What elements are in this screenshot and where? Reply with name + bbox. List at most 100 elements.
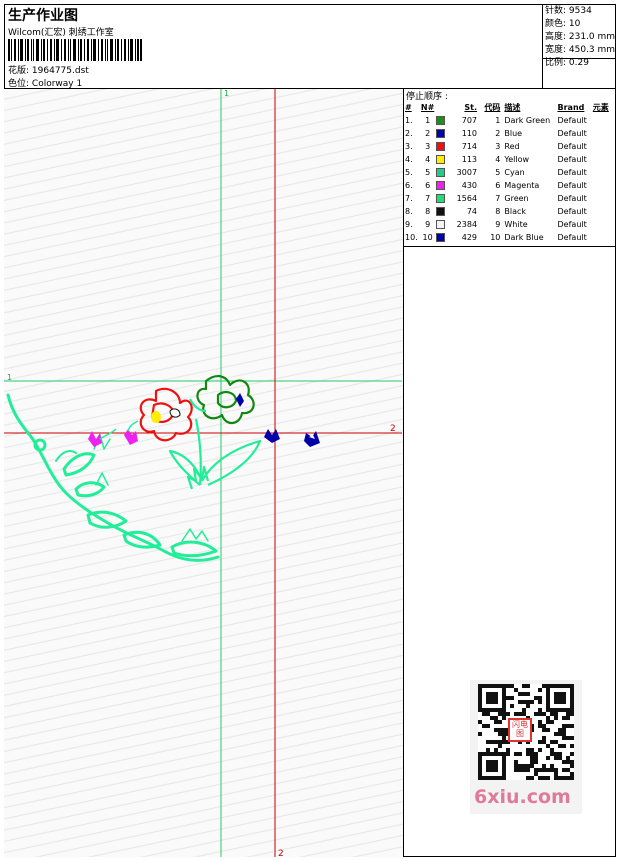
stop-sequence-rows: 1. 1 707 1 Dark Green Default 2. 2 110 2 Blue Defau… <box>404 114 616 244</box>
row-element <box>593 127 616 140</box>
row-description: Blue <box>504 129 523 138</box>
color-swatch <box>436 142 446 151</box>
design-height: 高度: 231.0 mm <box>545 32 616 42</box>
row-description: Yellow <box>504 155 530 164</box>
color-swatch <box>436 116 446 125</box>
row-brand: Default <box>557 129 587 138</box>
row-number: 10 <box>422 233 433 242</box>
col-code: 代码 <box>484 103 501 112</box>
table-row[interactable]: 7. 7 1564 7 Green Default <box>404 192 616 205</box>
row-number: 6 <box>425 181 431 190</box>
row-brand: Default <box>557 207 587 216</box>
guide-label-v2: 2 <box>278 849 284 857</box>
barcode-image <box>8 39 142 61</box>
color-swatch <box>436 129 446 138</box>
stats-divider <box>543 58 616 59</box>
color-swatch <box>436 194 446 203</box>
col-stitches: St. <box>464 103 478 112</box>
yellow-center <box>151 411 161 423</box>
row-number: 7 <box>425 194 431 203</box>
design-file-name: 1964775.dst <box>31 66 89 76</box>
color-swatch <box>436 207 446 216</box>
row-index: 9. <box>405 220 413 229</box>
row-swatch <box>436 218 449 231</box>
table-row[interactable]: 3. 3 714 3 Red Default <box>404 140 616 153</box>
table-row[interactable]: 8. 8 74 8 Black Default <box>404 205 616 218</box>
row-code: 2 <box>495 129 501 138</box>
row-element <box>593 231 616 244</box>
row-code: 6 <box>495 181 501 190</box>
row-description: Red <box>504 142 520 151</box>
row-element <box>593 153 616 166</box>
col-brand: Brand <box>557 103 585 112</box>
vine-motif <box>6 393 220 562</box>
stem-motif <box>168 418 262 490</box>
row-swatch <box>436 166 449 179</box>
stitch-count: 针数: 9534 <box>545 6 592 16</box>
row-element <box>593 192 616 205</box>
color-swatch <box>436 155 446 164</box>
table-row[interactable]: 1. 1 707 1 Dark Green Default <box>404 114 616 127</box>
stop-sequence-table: # N# St. 代码 描述 Brand 元素 1. 1 707 1 Dark Gree… <box>404 101 616 244</box>
row-description: Green <box>504 194 529 203</box>
row-description: Dark Blue <box>504 233 544 242</box>
row-index: 4. <box>405 155 413 164</box>
row-description: White <box>504 220 528 229</box>
row-element <box>593 218 616 231</box>
embroidery-preview: 1 1 2 2 <box>4 89 402 857</box>
row-index: 6. <box>405 181 413 190</box>
row-stitches: 707 <box>461 116 478 125</box>
table-row[interactable]: 6. 6 430 6 Magenta Default <box>404 179 616 192</box>
table-row[interactable]: 9. 9 2384 9 White Default <box>404 218 616 231</box>
row-code: 1 <box>495 116 501 125</box>
color-count: 颜色: 10 <box>545 19 581 29</box>
dark-green-flower <box>189 375 255 425</box>
stats-panel: 针数: 9534 颜色: 10 高度: 231.0 mm 宽度: 450.3 m… <box>542 4 616 89</box>
col-element: 元素 <box>592 103 609 112</box>
row-brand: Default <box>557 168 587 177</box>
row-code: 10 <box>490 233 501 242</box>
table-row[interactable]: 2. 2 110 2 Blue Default <box>404 127 616 140</box>
row-number: 5 <box>425 168 431 177</box>
design-canvas[interactable]: 1 1 2 2 <box>4 89 404 857</box>
row-description: Black <box>504 207 527 216</box>
row-brand: Default <box>557 142 587 151</box>
row-stitches: 714 <box>461 142 478 151</box>
row-index: 2. <box>405 129 413 138</box>
row-index: 8. <box>405 207 413 216</box>
guide-label-h1: 1 <box>7 373 12 382</box>
row-index: 3. <box>405 142 413 151</box>
row-number: 9 <box>425 220 431 229</box>
row-stitches: 113 <box>461 155 478 164</box>
design-label: 花版: <box>8 66 30 76</box>
row-swatch <box>436 114 449 127</box>
row-stitches: 3007 <box>456 168 478 177</box>
row-description: Cyan <box>504 168 525 177</box>
row-number: 1 <box>425 116 431 125</box>
row-stitches: 1564 <box>456 194 478 203</box>
table-row[interactable]: 10. 10 429 10 Dark Blue Default <box>404 231 616 244</box>
table-row[interactable]: 5. 5 3007 5 Cyan Default <box>404 166 616 179</box>
row-code: 9 <box>495 220 501 229</box>
color-swatch <box>436 220 446 229</box>
row-brand: Default <box>557 155 587 164</box>
colorway-label: 色位: <box>8 79 30 89</box>
colorway-name: Colorway 1 <box>31 79 83 89</box>
row-number: 4 <box>425 155 431 164</box>
watermark-site: 6xiu.com <box>474 786 571 808</box>
report-header: 生产作业图 Wilcom(汇宏) 刺绣工作室 花版: 1964775.dst 色… <box>4 4 616 89</box>
row-element <box>593 205 616 218</box>
company-name: Wilcom(汇宏) 刺绣工作室 <box>8 28 114 38</box>
row-code: 8 <box>495 207 501 216</box>
white-accent <box>169 408 181 418</box>
row-swatch <box>436 192 449 205</box>
stop-sequence-panel: 停止顺序 : # N# St. 代码 描述 Brand 元素 1. 1 707 1 Da… <box>404 89 616 247</box>
row-index: 7. <box>405 194 413 203</box>
row-brand: Default <box>557 220 587 229</box>
col-index: # <box>405 103 412 112</box>
row-swatch <box>436 153 449 166</box>
row-stitches: 74 <box>466 207 478 216</box>
table-header-row: # N# St. 代码 描述 Brand 元素 <box>404 101 616 114</box>
table-row[interactable]: 4. 4 113 4 Yellow Default <box>404 153 616 166</box>
colorway-line: 色位: Colorway 1 <box>8 76 82 89</box>
